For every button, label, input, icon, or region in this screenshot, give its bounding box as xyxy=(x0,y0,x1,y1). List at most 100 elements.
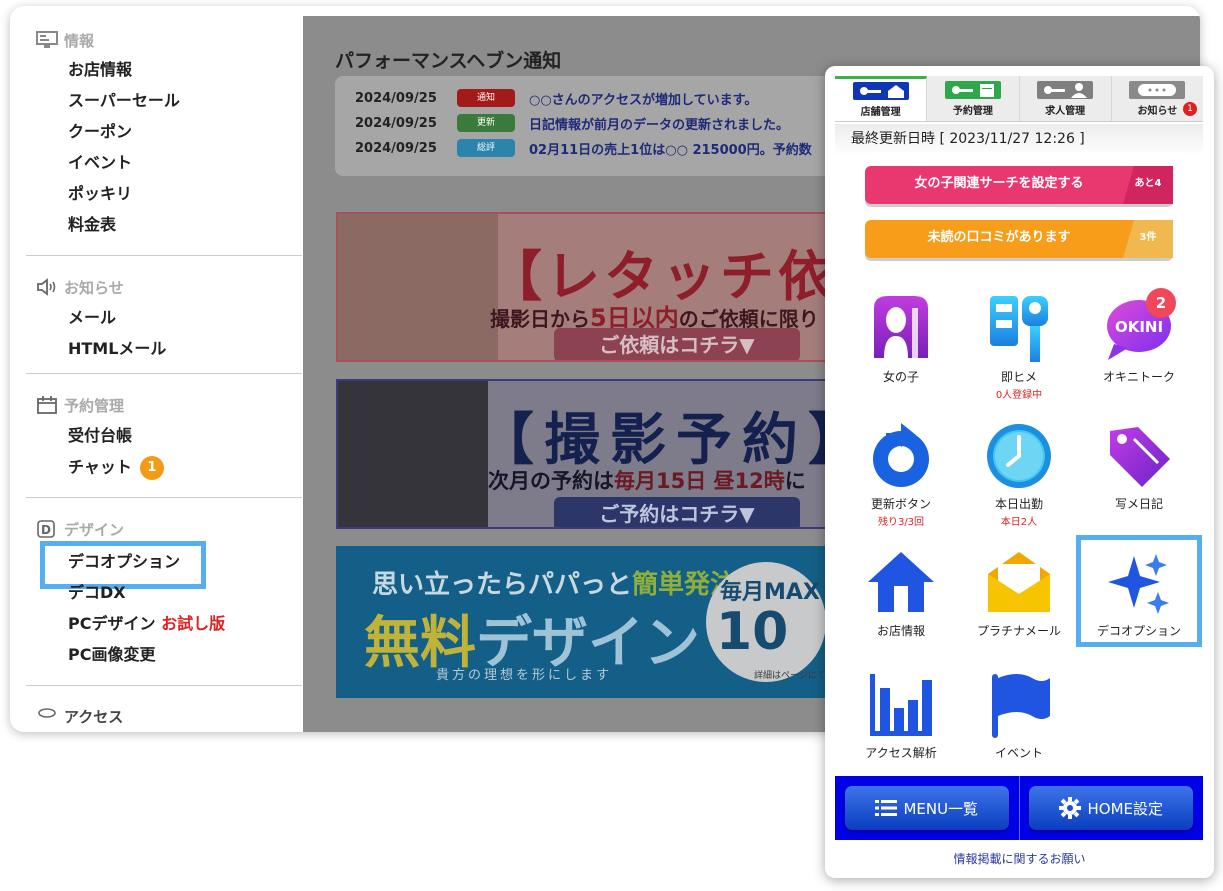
tab-label: 店舗管理 xyxy=(860,107,901,118)
tile-label: お店情報 xyxy=(876,624,925,638)
notification-row[interactable]: 2024/09/25 総評 02月11日の売上1位は○○ 215000円。予約数 xyxy=(355,138,812,158)
clock-icon xyxy=(984,421,1054,491)
sidebar-item-pokkiri[interactable]: ポッキリ xyxy=(68,183,132,205)
sidebar-item-coupon[interactable]: クーポン xyxy=(68,121,132,143)
tile-okini-talk[interactable]: OKINI 2 オキニトーク xyxy=(1079,288,1199,385)
okini-chat-icon: OKINI 2 xyxy=(1104,288,1176,364)
database-icon xyxy=(36,707,58,725)
sidebar-item-pc-image[interactable]: PC画像変更 xyxy=(68,644,155,666)
sokuhime-icon xyxy=(984,294,1054,364)
bar-chart-icon xyxy=(866,670,936,740)
tab-notifications[interactable]: お知らせ 1 xyxy=(1111,76,1203,121)
banner-line3: 貴方の理想を形にします xyxy=(436,668,613,683)
calendar-icon xyxy=(36,396,58,414)
sidebar-section-title: デザイン xyxy=(64,520,125,539)
svg-text:D: D xyxy=(41,523,51,537)
sidebar-divider xyxy=(26,497,302,498)
highlight-box xyxy=(1076,535,1202,647)
sidebar-item-price-list[interactable]: 料金表 xyxy=(68,214,116,236)
sidebar: 情報 お店情報 スーパーセール クーポン イベント ポッキリ 料金表 お知らせ … xyxy=(10,6,303,732)
tile-girls[interactable]: 女の子 xyxy=(841,294,961,385)
tile-sublabel: 本日2人 xyxy=(1000,517,1038,528)
key-person-icon xyxy=(1037,80,1094,99)
sidebar-section-reservation: 予約管理 xyxy=(36,393,124,417)
retouch-request-button[interactable]: ご依頼はコチラ▼ xyxy=(554,328,800,360)
notification-row[interactable]: 2024/09/25 更新 日記情報が前月のデータの更新されました。 xyxy=(355,113,789,133)
tile-platinum-mail[interactable]: プラチナメール xyxy=(959,548,1079,639)
tab-recruit-management[interactable]: 求人管理 xyxy=(1019,76,1112,121)
notification-date: 2024/09/25 xyxy=(355,140,437,156)
banner-line1: 思い立ったらパパっと簡単発注 xyxy=(372,570,737,600)
sidebar-item-deco-dx[interactable]: デコDX xyxy=(68,582,126,604)
notification-message[interactable]: 02月11日の売上1位は○○ 215000円。予約数 xyxy=(529,139,812,158)
banner-photo xyxy=(338,214,498,360)
sidebar-item-shop-info[interactable]: お店情報 xyxy=(68,59,132,81)
pill-label: 未読の口コミがあります xyxy=(927,230,1071,245)
tab-reservation-management[interactable]: 予約管理 xyxy=(927,76,1020,121)
notification-list: 2024/09/25 通知 ○○さんのアクセスが増加しています。 2024/09… xyxy=(335,76,855,176)
tile-access-analysis[interactable]: アクセス解析 xyxy=(841,670,961,761)
pill-label: 女の子関連サーチを設定する xyxy=(914,176,1084,191)
notification-tag: 通知 xyxy=(457,89,515,107)
tile-sokuhime[interactable]: 即ヒメ 0人登録中 xyxy=(959,294,1079,401)
tile-event[interactable]: イベント xyxy=(959,670,1079,761)
banner-circle-number: 10 xyxy=(716,602,789,662)
mobile-tab-bar: 店舗管理 予約管理 求人管理 お知らせ 1 xyxy=(835,76,1203,122)
sidebar-item-event[interactable]: イベント xyxy=(68,152,132,174)
tab-shop-management[interactable]: 店舗管理 xyxy=(835,76,928,121)
tile-label: プラチナメール xyxy=(976,624,1061,638)
notification-date: 2024/09/25 xyxy=(355,90,437,106)
last-updated: 最終更新日時 [ 2023/11/27 12:26 ] xyxy=(835,124,1203,156)
tag-icon xyxy=(1104,421,1174,491)
envelope-icon xyxy=(984,548,1054,618)
sidebar-divider xyxy=(26,373,302,374)
tile-today-attendance[interactable]: 本日出勤 本日2人 xyxy=(959,421,1079,528)
tile-shop-info[interactable]: お店情報 xyxy=(841,548,961,639)
tab-label: 求人管理 xyxy=(1045,105,1086,117)
design-d-icon: D xyxy=(36,520,58,538)
notification-tag: 更新 xyxy=(457,114,515,132)
mobile-panel: 店舗管理 予約管理 求人管理 お知らせ 1 最終更新日時 [ 2023/11/2… xyxy=(825,66,1214,878)
tile-label: 更新ボタン xyxy=(870,497,931,511)
tab-label: お知らせ xyxy=(1137,105,1178,117)
sidebar-section-notice: お知らせ xyxy=(36,275,124,299)
photo-reservation-button[interactable]: ご予約はコチラ▼ xyxy=(554,497,800,527)
gear-icon xyxy=(1059,797,1082,819)
notification-message[interactable]: ○○さんのアクセスが増加しています。 xyxy=(529,89,757,108)
tile-label: 即ヒメ xyxy=(1000,370,1037,384)
menu-list-button[interactable]: MENU一覧 xyxy=(844,786,1009,830)
tab-label: 予約管理 xyxy=(952,105,993,117)
okini-logo-text: OKINI xyxy=(1115,318,1163,336)
notification-message[interactable]: 日記情報が前月のデータの更新されました。 xyxy=(529,114,789,133)
sidebar-divider xyxy=(26,685,302,686)
sidebar-section-title: お知らせ xyxy=(64,278,124,297)
tile-label: 女の子 xyxy=(882,370,919,384)
tile-sublabel: 残り3/3回 xyxy=(877,517,925,528)
last-updated-label: 最終更新日時 xyxy=(851,131,935,147)
tile-label: オキニトーク xyxy=(1102,370,1175,384)
notification-row[interactable]: 2024/09/25 通知 ○○さんのアクセスが増加しています。 xyxy=(355,88,757,108)
list-icon xyxy=(875,799,898,817)
house-icon xyxy=(866,548,936,618)
bottom-bar: MENU一覧 HOME設定 xyxy=(835,776,1203,840)
sidebar-section-access: アクセス xyxy=(36,704,123,728)
tile-photo-diary[interactable]: 写メ日記 xyxy=(1079,421,1199,512)
banner-photo xyxy=(338,381,488,527)
flag-icon xyxy=(984,670,1054,740)
monitor-icon xyxy=(36,31,58,49)
sidebar-item-html-mail[interactable]: HTMLメール xyxy=(68,338,166,360)
sidebar-item-chat[interactable]: チャット 1 xyxy=(68,456,164,480)
sidebar-item-super-sale[interactable]: スーパーセール xyxy=(68,90,180,112)
sidebar-section-title: 情報 xyxy=(64,31,95,50)
info-request-link[interactable]: 情報掲載に関するお願い xyxy=(825,850,1214,867)
sidebar-item-pc-design[interactable]: PCデザイン お試し版 xyxy=(68,613,225,635)
tile-label: 写メ日記 xyxy=(1114,497,1163,511)
sidebar-item-reception-book[interactable]: 受付台帳 xyxy=(68,425,132,447)
sidebar-divider xyxy=(26,255,302,256)
unread-reviews-button[interactable]: 未読の口コミがあります 3件 xyxy=(865,220,1173,258)
sidebar-item-label: チャット xyxy=(68,457,132,477)
tile-update-button[interactable]: 更新ボタン 残り3/3回 xyxy=(841,421,961,528)
girl-search-setting-button[interactable]: 女の子関連サーチを設定する あと4 xyxy=(865,166,1173,204)
home-settings-button[interactable]: HOME設定 xyxy=(1029,786,1194,830)
sidebar-item-mail[interactable]: メール xyxy=(68,307,116,329)
